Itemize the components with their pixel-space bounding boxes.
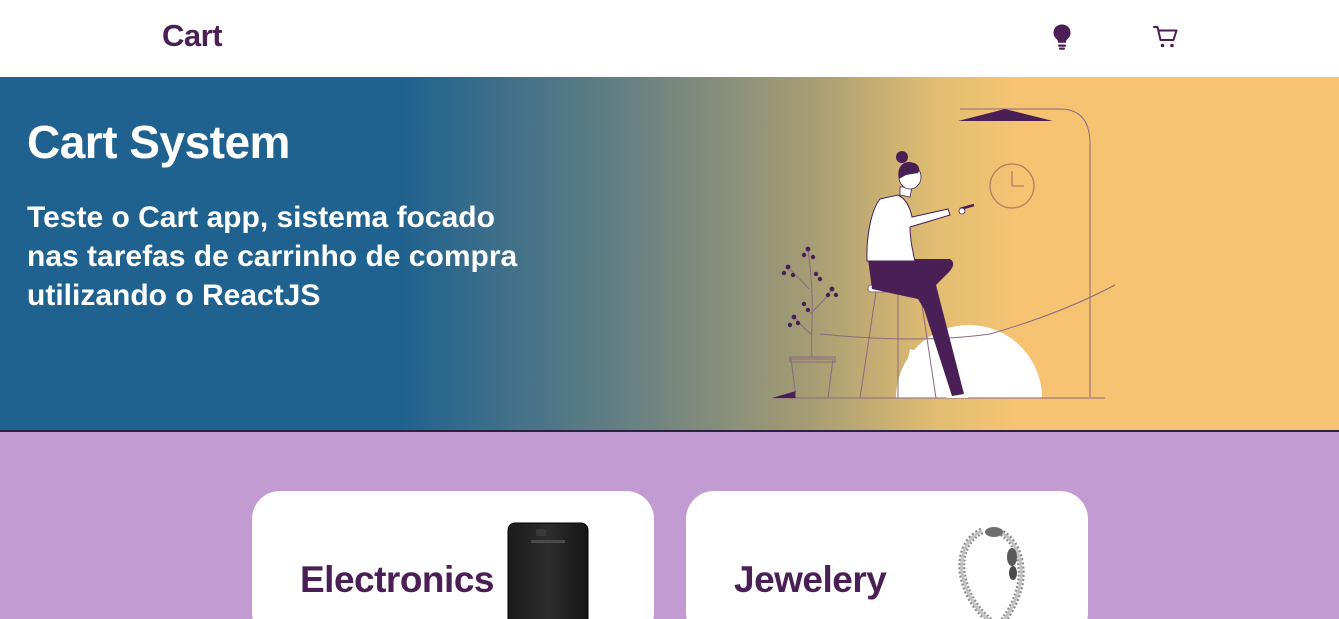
category-card-jewelery[interactable]: Jewelery bbox=[686, 491, 1088, 619]
category-card-electronics[interactable]: Electronics bbox=[252, 491, 654, 619]
brand-logo[interactable]: Cart bbox=[162, 18, 223, 54]
navbar: Cart bbox=[0, 0, 1339, 77]
bracelet-image bbox=[958, 527, 1025, 619]
hard-drive-image bbox=[507, 522, 589, 619]
category-label: Electronics bbox=[300, 559, 494, 600]
lightbulb-icon[interactable] bbox=[1047, 22, 1077, 52]
woman-on-stool-illustration bbox=[772, 108, 1116, 399]
hero-banner: Cart System Teste o Cart app, sistema fo… bbox=[0, 77, 1339, 432]
hero-title: Cart System bbox=[27, 116, 290, 168]
category-label: Jewelery bbox=[734, 559, 887, 600]
hero-subtitle: Teste o Cart app, sistema focado nas tar… bbox=[27, 201, 518, 312]
cart-icon[interactable] bbox=[1151, 22, 1181, 52]
